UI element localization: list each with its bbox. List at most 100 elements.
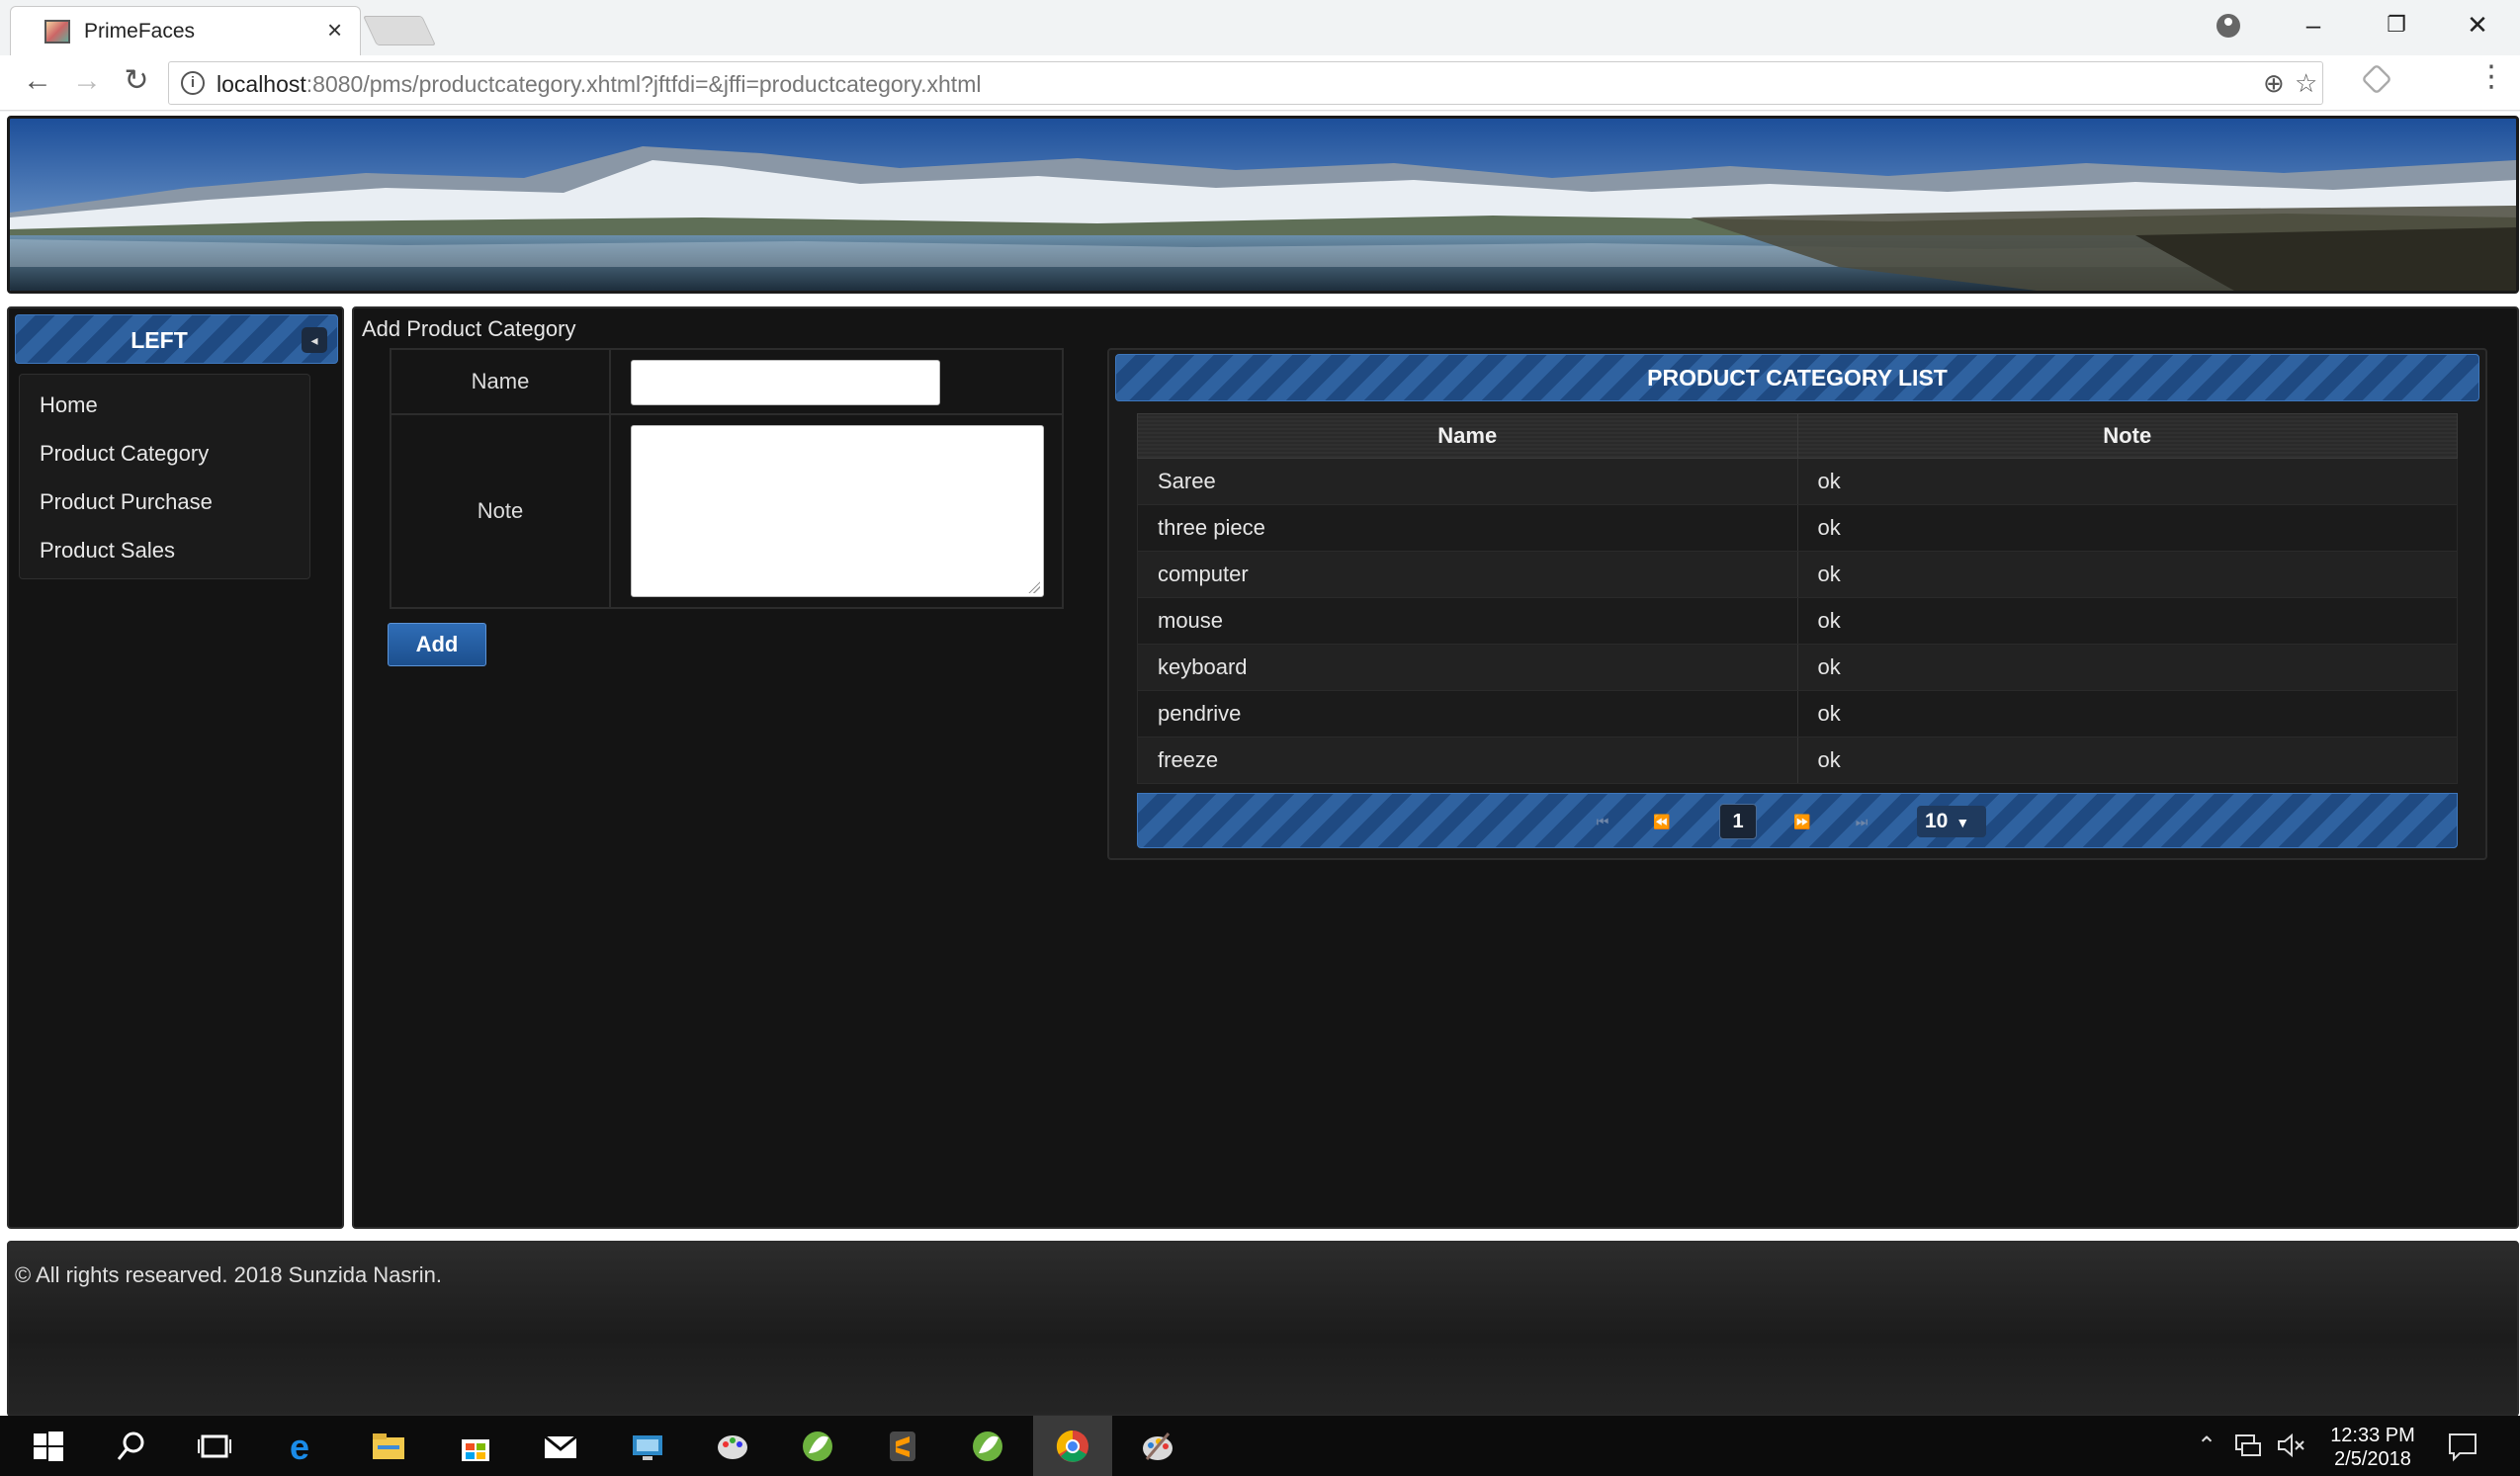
note-textarea[interactable] — [631, 425, 1044, 597]
remote-desktop-icon[interactable] — [629, 1428, 666, 1465]
cell-note: ok — [1796, 552, 2458, 597]
network-icon[interactable] — [2232, 1430, 2264, 1461]
profile-icon[interactable] — [2216, 14, 2240, 38]
table-header: Name Note — [1137, 413, 2458, 459]
new-tab-button[interactable] — [363, 16, 436, 45]
left-panel-title: LEFT — [130, 327, 188, 353]
back-button[interactable]: ← — [18, 63, 57, 99]
svg-text:e: e — [290, 1428, 309, 1465]
resize-grip-icon[interactable] — [1028, 581, 1040, 593]
table-row[interactable]: computer ok — [1137, 552, 2458, 598]
next-page-icon[interactable]: ⏩ — [1782, 806, 1822, 837]
tray-chevron-up-icon[interactable]: ⌃ — [2197, 1432, 2216, 1460]
left-panel: LEFT ◂ Home Product Category Product Pur… — [7, 306, 344, 1229]
clock-date: 2/5/2018 — [2334, 1448, 2411, 1470]
paint-app-icon[interactable] — [714, 1428, 751, 1465]
sublime-text-icon[interactable] — [884, 1428, 921, 1465]
rows-per-page-dropdown[interactable]: 10 ▼ — [1917, 806, 1986, 837]
mountain-landscape-image — [10, 119, 2516, 291]
favicon-icon — [44, 20, 70, 43]
product-category-list-panel: PRODUCT CATEGORY LIST Name Note Saree ok… — [1107, 348, 2487, 860]
last-page-icon[interactable]: ⏭ — [1842, 806, 1881, 837]
zoom-icon[interactable]: ⊕ — [2263, 68, 2285, 98]
header-banner-image — [7, 116, 2519, 294]
windows-start-icon[interactable] — [30, 1428, 67, 1465]
navigation-menu: Home Product Category Product Purchase P… — [19, 374, 310, 579]
center-panel: Add Product Category Name Note Add PRODU… — [352, 306, 2519, 1229]
table-row[interactable]: mouse ok — [1137, 598, 2458, 645]
url-text: localhost:8080/pms/productcategory.xhtml… — [217, 71, 982, 97]
cell-name: keyboard — [1158, 654, 1248, 679]
cell-note: ok — [1796, 459, 2458, 504]
search-icon[interactable] — [113, 1428, 150, 1465]
cell-note: ok — [1796, 645, 2458, 690]
footer: © All rights researved. 2018 Sunzida Nas… — [7, 1241, 2519, 1417]
menu-item-product-category[interactable]: Product Category — [20, 429, 309, 478]
chevron-down-icon: ▼ — [1955, 815, 1970, 830]
store-icon[interactable] — [457, 1428, 494, 1465]
task-view-icon[interactable] — [196, 1428, 233, 1465]
forward-button[interactable]: → — [67, 63, 107, 99]
left-panel-header: LEFT ◂ — [15, 314, 338, 364]
address-bar[interactable]: i localhost:8080/pms/productcategory.xht… — [168, 61, 2323, 105]
minimize-button[interactable]: – — [2294, 10, 2333, 40]
column-header-note[interactable]: Note — [1796, 414, 2458, 458]
prev-page-icon[interactable]: ⏪ — [1642, 806, 1682, 837]
cell-note: ok — [1796, 505, 2458, 551]
table-row[interactable]: pendrive ok — [1137, 691, 2458, 738]
cell-note: ok — [1796, 738, 2458, 783]
tab-close-icon[interactable]: × — [327, 15, 342, 44]
table-row[interactable]: freeze ok — [1137, 738, 2458, 784]
menu-item-product-sales[interactable]: Product Sales — [20, 526, 309, 574]
spring-tool-icon[interactable] — [799, 1428, 836, 1465]
menu-item-home[interactable]: Home — [20, 381, 309, 429]
menu-item-product-purchase[interactable]: Product Purchase — [20, 478, 309, 526]
cell-name: three piece — [1158, 515, 1265, 540]
bookmark-star-icon[interactable]: ☆ — [2295, 68, 2317, 98]
add-category-form: Name Note — [390, 348, 1064, 609]
edge-browser-icon[interactable]: e — [285, 1428, 322, 1465]
restore-button[interactable]: ❐ — [2377, 10, 2416, 40]
reload-button[interactable]: ↻ — [117, 63, 156, 99]
cell-note: ok — [1796, 691, 2458, 737]
add-button[interactable]: Add — [388, 623, 486, 666]
category-table: Name Note Saree ok three piece ok comput… — [1137, 413, 2458, 784]
chrome-icon[interactable] — [1054, 1428, 1091, 1465]
file-explorer-icon[interactable] — [370, 1428, 407, 1465]
page-body: LEFT ◂ Home Product Category Product Pur… — [0, 112, 2520, 1417]
close-window-button[interactable]: ✕ — [2458, 10, 2497, 40]
note-label: Note — [391, 415, 611, 607]
table-row[interactable]: keyboard ok — [1137, 645, 2458, 691]
volume-muted-icon[interactable] — [2276, 1430, 2307, 1461]
paint-palette-icon[interactable] — [1139, 1428, 1176, 1465]
mail-icon[interactable] — [542, 1428, 579, 1465]
tab-title: PrimeFaces — [84, 20, 196, 43]
collapse-left-icon[interactable]: ◂ — [302, 327, 327, 353]
cell-name: pendrive — [1158, 701, 1242, 726]
name-input[interactable] — [631, 360, 940, 405]
windows-taskbar: e ⌃ 12:33 PM 2/5/2018 — [0, 1416, 2520, 1476]
footer-copyright: © All rights researved. 2018 Sunzida Nas… — [15, 1262, 442, 1287]
spring-boot-icon[interactable] — [969, 1428, 1006, 1465]
info-icon[interactable]: i — [181, 71, 205, 95]
name-label: Name — [391, 350, 611, 413]
first-page-icon[interactable]: ⏮ — [1583, 806, 1622, 837]
cell-note: ok — [1796, 598, 2458, 644]
table-row[interactable]: Saree ok — [1137, 459, 2458, 505]
list-title: PRODUCT CATEGORY LIST — [1115, 354, 2479, 401]
browser-tab-bar: PrimeFaces × – ❐ ✕ — [0, 0, 2520, 55]
cell-name: computer — [1158, 562, 1249, 586]
table-row[interactable]: three piece ok — [1137, 505, 2458, 552]
form-legend: Add Product Category — [362, 316, 576, 341]
page-number-button[interactable]: 1 — [1719, 804, 1757, 839]
cell-name: mouse — [1158, 608, 1224, 633]
browser-tab[interactable]: PrimeFaces × — [10, 6, 361, 55]
column-header-name[interactable]: Name — [1138, 414, 1797, 458]
cell-name: freeze — [1158, 747, 1219, 772]
browser-toolbar: ← → ↻ i localhost:8080/pms/productcatego… — [0, 55, 2520, 111]
clock-time: 12:33 PM — [2330, 1425, 2415, 1446]
browser-menu-icon[interactable]: ⋮ — [2477, 59, 2506, 95]
cell-name: Saree — [1158, 469, 1216, 493]
system-clock[interactable]: 12:33 PM 2/5/2018 — [2325, 1424, 2420, 1471]
action-center-icon[interactable] — [2446, 1430, 2479, 1463]
